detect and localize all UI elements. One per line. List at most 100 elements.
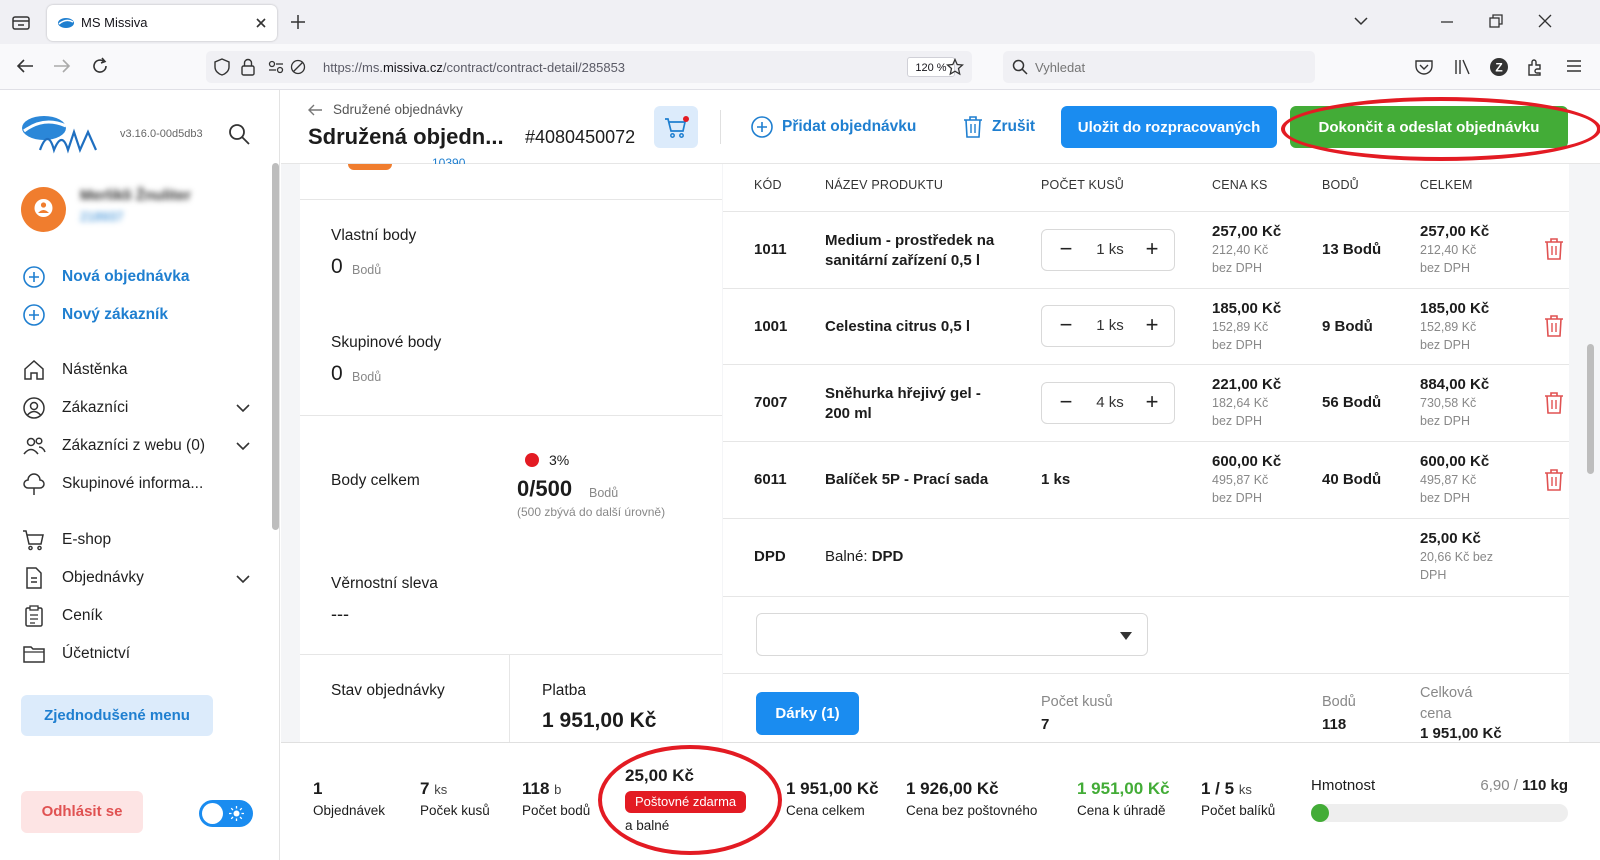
logout-button[interactable]: Odhlásit se bbox=[21, 791, 143, 833]
sidebar-item-pricelist[interactable]: Ceník bbox=[22, 601, 103, 631]
search-icon[interactable] bbox=[228, 123, 250, 145]
sidebar-item-group-info[interactable]: Skupinové informa... bbox=[22, 469, 203, 499]
item-points: 13 Bodů bbox=[1322, 241, 1382, 258]
trash-icon bbox=[964, 116, 982, 138]
item-code: 1011 bbox=[754, 241, 787, 258]
browser-tab[interactable]: MS Missiva bbox=[47, 5, 277, 41]
reload-icon[interactable] bbox=[91, 57, 109, 75]
chevron-down-icon[interactable] bbox=[236, 442, 250, 451]
trash-icon[interactable] bbox=[1544, 469, 1564, 491]
chevron-down-icon[interactable] bbox=[236, 404, 250, 413]
back-icon[interactable] bbox=[16, 58, 34, 74]
sun-icon bbox=[229, 806, 244, 821]
annotation-circle-shipping bbox=[598, 745, 782, 855]
item-code: 7007 bbox=[754, 394, 788, 411]
cart-button[interactable] bbox=[654, 106, 698, 148]
tracking-blocked-icon[interactable] bbox=[290, 59, 306, 75]
sidebar-item-eshop[interactable]: E-shop bbox=[22, 525, 111, 555]
gifts-button[interactable]: Dárky (1) bbox=[756, 692, 859, 735]
theme-toggle[interactable] bbox=[199, 800, 253, 827]
product-select[interactable] bbox=[756, 613, 1148, 656]
minus-button[interactable]: − bbox=[1054, 314, 1078, 338]
restore-icon[interactable] bbox=[1489, 14, 1503, 28]
quantity-stepper[interactable]: − 1 ks + bbox=[1041, 229, 1175, 271]
quantity-stepper[interactable]: − 1 ks + bbox=[1041, 305, 1175, 347]
close-window-icon[interactable] bbox=[1538, 14, 1552, 28]
trash-icon[interactable] bbox=[1544, 392, 1564, 414]
weight-value: 6,90 / 110 kg bbox=[1480, 777, 1568, 794]
sidebar-item-orders[interactable]: Objednávky bbox=[22, 563, 144, 593]
sidebar-item-dashboard[interactable]: Nástěnka bbox=[22, 355, 127, 385]
sidebar-item-accounting[interactable]: Účetnictví bbox=[22, 639, 130, 669]
chevron-down-icon[interactable] bbox=[236, 575, 250, 584]
trash-icon[interactable] bbox=[1544, 315, 1564, 337]
trash-icon[interactable] bbox=[1544, 238, 1564, 260]
user-circle-icon bbox=[23, 397, 45, 419]
menu-icon[interactable] bbox=[1566, 59, 1582, 73]
shield-icon[interactable] bbox=[214, 58, 230, 76]
new-customer-link[interactable]: Nový zákazník bbox=[22, 300, 168, 330]
quantity-value[interactable]: 1 ks bbox=[1082, 241, 1138, 258]
new-tab-icon[interactable] bbox=[290, 14, 306, 30]
own-points-label: Vlastní body bbox=[331, 227, 417, 244]
minus-button[interactable]: − bbox=[1054, 391, 1078, 415]
avatar[interactable] bbox=[21, 187, 66, 232]
browser-search-input[interactable] bbox=[1035, 51, 1305, 83]
arrow-left-icon[interactable] bbox=[308, 104, 322, 116]
account-icon[interactable]: Z bbox=[1489, 57, 1509, 77]
extensions-icon[interactable] bbox=[1526, 58, 1544, 76]
library-icon[interactable] bbox=[1454, 58, 1472, 76]
sidebar-scrollbar[interactable] bbox=[272, 163, 279, 530]
missiva-logo-icon[interactable] bbox=[18, 110, 108, 158]
forward-icon[interactable] bbox=[53, 58, 71, 74]
star-icon[interactable] bbox=[946, 58, 964, 76]
annotation-circle-finish bbox=[1281, 97, 1600, 161]
item-points: 40 Bodů bbox=[1322, 471, 1382, 488]
sum-total-label: Celková cena bbox=[1420, 685, 1473, 722]
save-draft-button[interactable]: Uložit do rozpracovaných bbox=[1061, 106, 1277, 148]
cloud-icon bbox=[23, 473, 45, 495]
sidebar-item-web-customers[interactable]: Zákazníci z webu (0) bbox=[22, 431, 205, 461]
unit-price: 600,00 Kč 495,87 Kč bez DPH bbox=[1212, 453, 1282, 505]
divider bbox=[723, 673, 1569, 674]
breadcrumb[interactable]: Sdružené objednávky bbox=[333, 102, 463, 117]
new-order-link[interactable]: Nová objednávka bbox=[22, 262, 190, 292]
quantity-stepper[interactable]: − 4 ks + bbox=[1041, 382, 1175, 424]
total-price-label: Cena celkem bbox=[786, 803, 865, 818]
plus-button[interactable]: + bbox=[1140, 314, 1164, 338]
points-unit: Bodů bbox=[352, 370, 382, 384]
sidebar-item-customers[interactable]: Zákazníci bbox=[22, 393, 128, 423]
permissions-icon[interactable] bbox=[268, 59, 284, 75]
quantity-value[interactable]: 4 ks bbox=[1082, 394, 1138, 411]
plus-button[interactable]: + bbox=[1140, 238, 1164, 262]
lock-icon[interactable] bbox=[241, 58, 255, 76]
price-to-pay: 1 951,00 Kč bbox=[1077, 779, 1170, 798]
chevron-down-icon[interactable] bbox=[1354, 16, 1368, 26]
close-tab-icon[interactable] bbox=[255, 17, 267, 29]
clipboard-icon bbox=[25, 605, 43, 627]
own-points-value: 0 bbox=[331, 255, 343, 278]
minimize-icon[interactable] bbox=[1440, 16, 1454, 28]
item-name: Medium - prostředek na sanitární zařízení… bbox=[825, 232, 995, 269]
user-id: 218937 bbox=[80, 209, 124, 224]
users-icon bbox=[23, 437, 46, 455]
points-count: 118 b bbox=[522, 779, 562, 798]
divider bbox=[300, 654, 722, 655]
cancel-button[interactable]: Zrušit bbox=[962, 114, 1035, 140]
content-scrollbar[interactable] bbox=[1587, 344, 1594, 474]
pocket-icon[interactable] bbox=[1415, 59, 1433, 75]
url-bar[interactable]: https://ms.missiva.cz/contract/contract-… bbox=[206, 51, 972, 83]
weight-progress-fill bbox=[1311, 804, 1329, 822]
url-text[interactable]: https://ms.missiva.cz/contract/contract-… bbox=[323, 60, 625, 75]
item-total: 884,00 Kč 730,58 Kč bez DPH bbox=[1420, 376, 1490, 428]
plus-button[interactable]: + bbox=[1140, 391, 1164, 415]
divider bbox=[723, 441, 1569, 442]
quantity-value[interactable]: 1 ks bbox=[1082, 317, 1138, 334]
minus-button[interactable]: − bbox=[1054, 238, 1078, 262]
tab-list-icon[interactable] bbox=[12, 14, 30, 30]
simplified-menu-button[interactable]: Zjednodušené menu bbox=[21, 695, 213, 736]
browser-search-bar[interactable] bbox=[1003, 51, 1315, 83]
quantity-value: 1 ks bbox=[1041, 471, 1071, 488]
home-icon bbox=[24, 359, 44, 380]
add-order-button[interactable]: Přidat objednávku bbox=[750, 114, 916, 140]
